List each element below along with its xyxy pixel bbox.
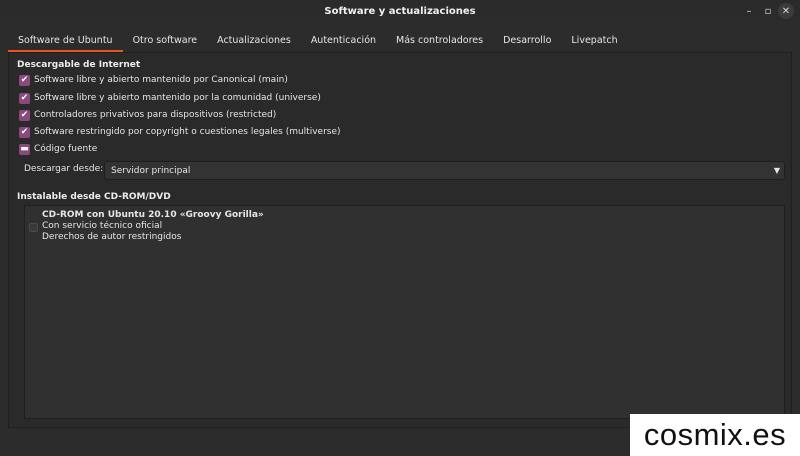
tab-bar: Software de Ubuntu Otro software Actuali…	[8, 28, 792, 52]
option-main[interactable]: ✔ Software libre y abierto mantenido por…	[19, 73, 288, 87]
option-restricted[interactable]: ✔ Controladores privativos para disposit…	[19, 108, 276, 122]
option-universe[interactable]: ✔ Software libre y abierto mantenido por…	[19, 91, 321, 105]
checkbox-mixed-icon[interactable]: ▬	[19, 143, 30, 155]
maximize-icon[interactable]: ▫	[760, 3, 776, 19]
option-label: Software libre y abierto mantenido por C…	[34, 75, 288, 85]
tab-otro-software[interactable]: Otro software	[123, 30, 208, 52]
title-bar: Software y actualizaciones – ▫ ✕	[0, 0, 800, 22]
option-source-code[interactable]: ▬ Código fuente	[19, 142, 97, 156]
close-icon[interactable]: ✕	[778, 3, 794, 19]
download-from-label: Descargar desde:	[24, 164, 104, 174]
tab-livepatch[interactable]: Livepatch	[561, 30, 627, 52]
cdrom-support: Con servicio técnico oficial	[42, 221, 163, 231]
chevron-down-icon: ▼	[773, 166, 781, 175]
tab-desarrollo[interactable]: Desarrollo	[493, 30, 561, 52]
tab-mas-controladores[interactable]: Más controladores	[386, 30, 493, 52]
tab-autenticacion[interactable]: Autenticación	[301, 30, 386, 52]
internet-section-title: Descargable de Internet	[17, 60, 141, 70]
tab-actualizaciones[interactable]: Actualizaciones	[207, 30, 301, 52]
checkbox-checked-icon[interactable]: ✔	[19, 109, 30, 121]
checkbox-checked-icon[interactable]: ✔	[19, 74, 30, 86]
download-server-value: Servidor principal	[111, 165, 191, 176]
cdrom-section-title: Instalable desde CD-ROM/DVD	[17, 192, 171, 202]
option-label: Software restringido por copyright o cue…	[34, 127, 341, 137]
option-label: Código fuente	[34, 144, 98, 154]
cdrom-copyright: Derechos de autor restringidos	[42, 232, 182, 242]
watermark-text: cosmix.es	[643, 417, 787, 452]
option-label: Software libre y abierto mantenido por l…	[34, 93, 321, 103]
checkbox-checked-icon[interactable]: ✔	[19, 92, 30, 104]
cdrom-name: CD-ROM con Ubuntu 20.10 «Groovy Gorilla»	[42, 210, 264, 220]
tab-software-ubuntu[interactable]: Software de Ubuntu	[8, 30, 123, 52]
minimize-icon[interactable]: –	[741, 3, 757, 19]
cdrom-checkbox[interactable]	[29, 223, 38, 232]
cdrom-list: CD-ROM con Ubuntu 20.10 «Groovy Gorilla»…	[24, 205, 785, 419]
checkbox-checked-icon[interactable]: ✔	[19, 126, 30, 138]
option-multiverse[interactable]: ✔ Software restringido por copyright o c…	[19, 125, 341, 139]
watermark: cosmix.es	[630, 414, 800, 456]
download-server-select[interactable]: Servidor principal ▼	[104, 161, 785, 180]
option-label: Controladores privativos para dispositiv…	[34, 110, 277, 120]
window-title: Software y actualizaciones	[324, 5, 476, 17]
